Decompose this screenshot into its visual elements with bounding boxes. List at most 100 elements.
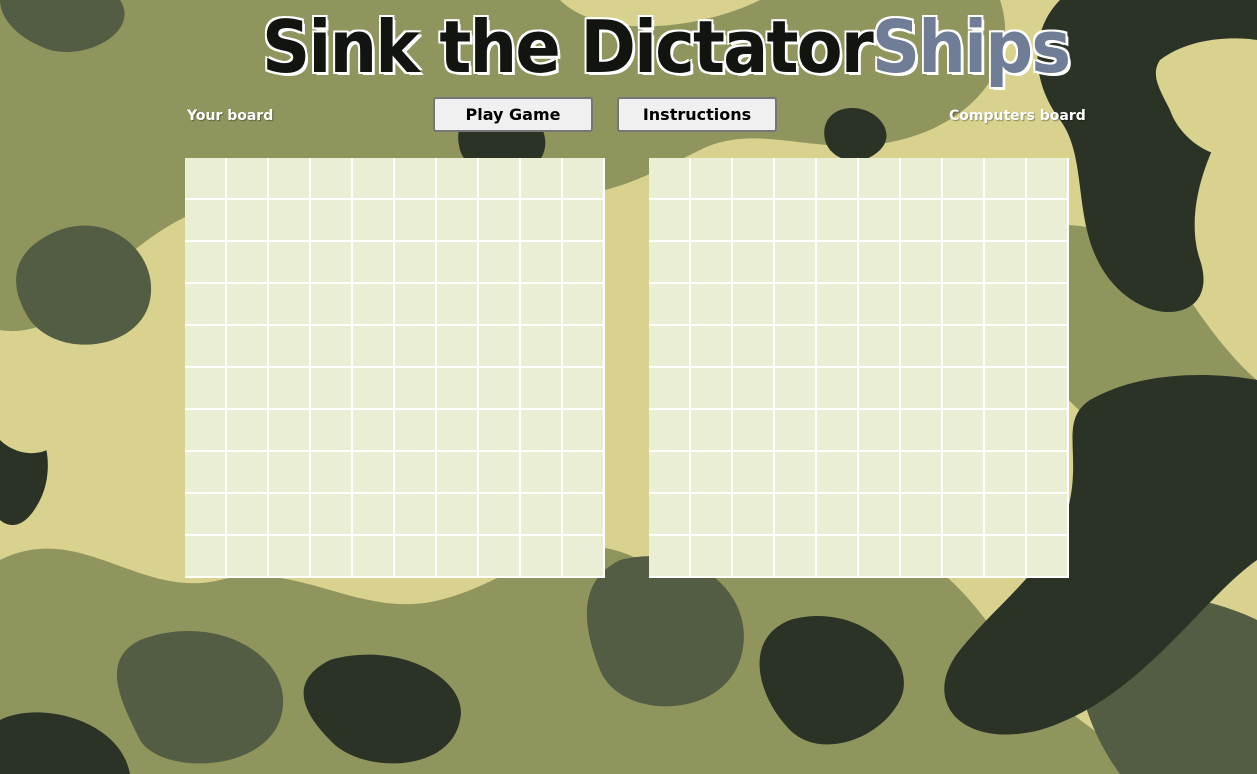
computer-cell[interactable] <box>817 158 859 200</box>
player-cell[interactable] <box>563 410 605 452</box>
computer-cell[interactable] <box>733 368 775 410</box>
computer-cell[interactable] <box>775 452 817 494</box>
computer-cell[interactable] <box>775 200 817 242</box>
computer-cell[interactable] <box>985 242 1027 284</box>
computer-cell[interactable] <box>817 200 859 242</box>
computer-cell[interactable] <box>691 158 733 200</box>
computer-cell[interactable] <box>985 368 1027 410</box>
computer-cell[interactable] <box>649 452 691 494</box>
player-cell[interactable] <box>479 242 521 284</box>
player-cell[interactable] <box>185 368 227 410</box>
computer-cell[interactable] <box>859 284 901 326</box>
player-cell[interactable] <box>353 326 395 368</box>
computer-cell[interactable] <box>901 326 943 368</box>
computer-cell[interactable] <box>859 368 901 410</box>
player-cell[interactable] <box>269 284 311 326</box>
computer-cell[interactable] <box>733 284 775 326</box>
computer-cell[interactable] <box>817 284 859 326</box>
computer-cell[interactable] <box>859 536 901 578</box>
computer-cell[interactable] <box>943 242 985 284</box>
computer-cell[interactable] <box>775 242 817 284</box>
player-cell[interactable] <box>437 368 479 410</box>
player-cell[interactable] <box>227 368 269 410</box>
player-cell[interactable] <box>521 410 563 452</box>
player-cell[interactable] <box>353 494 395 536</box>
computer-cell[interactable] <box>943 368 985 410</box>
computer-cell[interactable] <box>817 452 859 494</box>
computer-cell[interactable] <box>1027 326 1069 368</box>
player-cell[interactable] <box>269 494 311 536</box>
player-cell[interactable] <box>227 200 269 242</box>
computer-cell[interactable] <box>943 494 985 536</box>
player-cell[interactable] <box>479 326 521 368</box>
player-cell[interactable] <box>479 200 521 242</box>
computer-cell[interactable] <box>649 158 691 200</box>
player-cell[interactable] <box>437 200 479 242</box>
computer-cell[interactable] <box>901 410 943 452</box>
player-cell[interactable] <box>521 536 563 578</box>
player-cell[interactable] <box>479 452 521 494</box>
computer-cell[interactable] <box>733 326 775 368</box>
computer-cell[interactable] <box>1027 536 1069 578</box>
computer-cell[interactable] <box>901 452 943 494</box>
computer-cell[interactable] <box>691 494 733 536</box>
computer-cell[interactable] <box>943 326 985 368</box>
player-cell[interactable] <box>185 494 227 536</box>
player-cell[interactable] <box>479 284 521 326</box>
player-cell[interactable] <box>227 284 269 326</box>
player-cell[interactable] <box>227 158 269 200</box>
player-cell[interactable] <box>227 536 269 578</box>
player-cell[interactable] <box>395 410 437 452</box>
player-cell[interactable] <box>353 368 395 410</box>
computer-cell[interactable] <box>1027 284 1069 326</box>
computer-cell[interactable] <box>1027 410 1069 452</box>
player-cell[interactable] <box>521 494 563 536</box>
player-cell[interactable] <box>521 200 563 242</box>
computer-cell[interactable] <box>943 410 985 452</box>
computer-cell[interactable] <box>859 452 901 494</box>
player-cell[interactable] <box>563 158 605 200</box>
player-cell[interactable] <box>185 536 227 578</box>
computer-cell[interactable] <box>649 368 691 410</box>
computer-cell[interactable] <box>649 284 691 326</box>
player-cell[interactable] <box>353 242 395 284</box>
computer-cell[interactable] <box>691 242 733 284</box>
computer-cell[interactable] <box>775 326 817 368</box>
player-cell[interactable] <box>227 242 269 284</box>
computer-cell[interactable] <box>985 158 1027 200</box>
computer-cell[interactable] <box>901 242 943 284</box>
player-cell[interactable] <box>353 158 395 200</box>
computer-cell[interactable] <box>943 536 985 578</box>
player-cell[interactable] <box>353 536 395 578</box>
computer-cell[interactable] <box>943 158 985 200</box>
computer-cell[interactable] <box>691 452 733 494</box>
player-cell[interactable] <box>311 242 353 284</box>
player-cell[interactable] <box>395 452 437 494</box>
player-cell[interactable] <box>311 368 353 410</box>
player-cell[interactable] <box>227 494 269 536</box>
computer-cell[interactable] <box>859 326 901 368</box>
computer-cell[interactable] <box>901 494 943 536</box>
player-cell[interactable] <box>185 200 227 242</box>
player-cell[interactable] <box>311 452 353 494</box>
computer-cell[interactable] <box>691 368 733 410</box>
computer-cell[interactable] <box>901 200 943 242</box>
computer-cell[interactable] <box>775 536 817 578</box>
player-cell[interactable] <box>311 158 353 200</box>
player-cell[interactable] <box>269 452 311 494</box>
player-cell[interactable] <box>563 326 605 368</box>
player-cell[interactable] <box>395 200 437 242</box>
computer-cell[interactable] <box>985 452 1027 494</box>
computer-cell[interactable] <box>817 410 859 452</box>
player-cell[interactable] <box>227 326 269 368</box>
computer-cell[interactable] <box>649 326 691 368</box>
player-cell[interactable] <box>311 200 353 242</box>
computer-cell[interactable] <box>1027 368 1069 410</box>
player-cell[interactable] <box>521 368 563 410</box>
player-cell[interactable] <box>269 242 311 284</box>
player-cell[interactable] <box>437 158 479 200</box>
player-cell[interactable] <box>479 410 521 452</box>
player-cell[interactable] <box>437 536 479 578</box>
computer-cell[interactable] <box>985 410 1027 452</box>
player-cell[interactable] <box>353 284 395 326</box>
